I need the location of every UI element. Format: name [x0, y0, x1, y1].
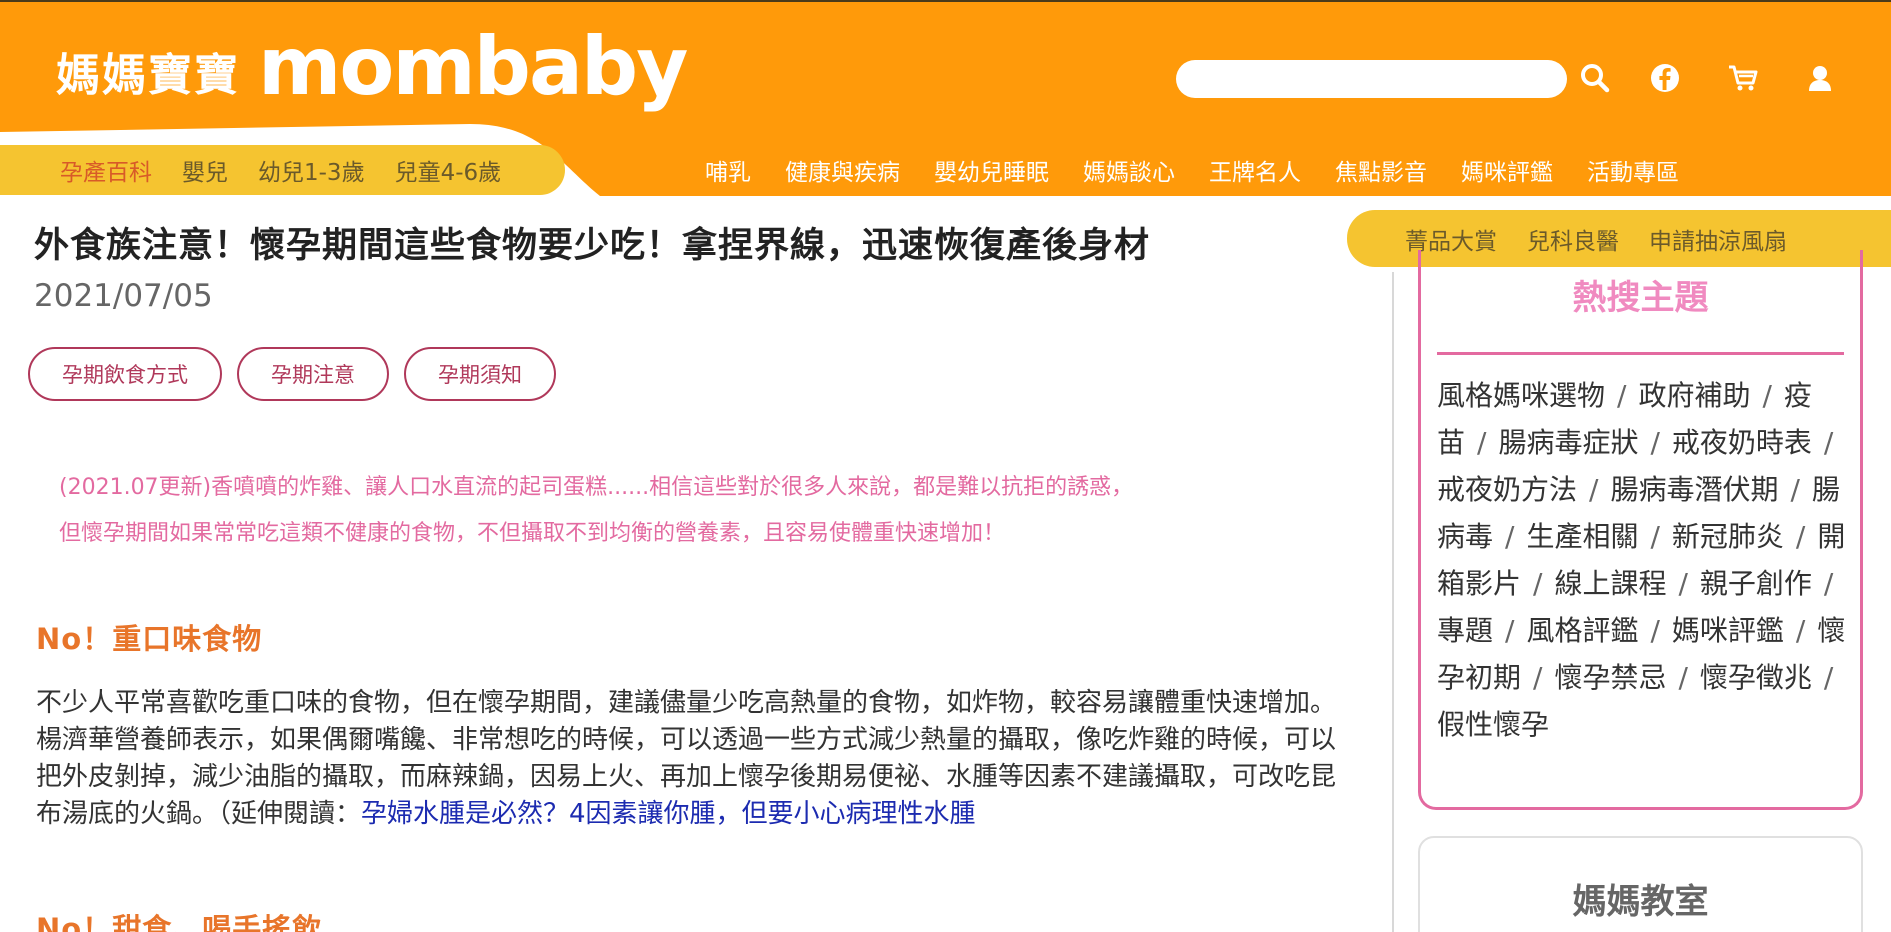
nav-item-events[interactable]: 活動專區 [1587, 153, 1679, 187]
column-divider [1392, 272, 1394, 932]
hot-topic-link[interactable]: 腸病毒潛伏期 [1610, 473, 1778, 506]
subnav-item-pregnancy[interactable]: 孕產百科 [60, 153, 152, 187]
hot-topic-separator: / [1795, 614, 1806, 647]
hot-topic-link[interactable]: 政府補助 [1638, 379, 1750, 412]
nav-item-health[interactable]: 健康與疾病 [785, 153, 900, 187]
section-body-heavy-flavor: 不少人平常喜歡吃重口味的食物，但在懷孕期間，建議儘量少吃高熱量的食物，如炸物，較… [36, 685, 1346, 833]
section-heading-heavy-flavor: No！重口味食物 [36, 622, 263, 656]
hot-topic-separator: / [1533, 661, 1543, 694]
hot-topic-separator: / [1650, 426, 1660, 459]
intro-line-2: 但懷孕期間如果常常吃這類不健康的食物，不但攝取不到均衡的營養素，且容易使體重快速… [59, 521, 1006, 546]
cart-icon[interactable] [1721, 56, 1765, 100]
hot-topic-link[interactable]: 風格評鑑 [1526, 614, 1638, 647]
tag-pregnancy-notes[interactable]: 孕期注意 [237, 347, 389, 401]
hot-topic-separator: / [1678, 661, 1688, 694]
logo-english-text: mombaby [258, 19, 688, 113]
related-article-link[interactable]: 孕婦水腫是必然？4因素讓你腫，但要小心病理性水腫 [361, 799, 976, 829]
hot-topic-separator: / [1589, 473, 1599, 506]
main-nav: 哺乳 健康與疾病 嬰幼兒睡眠 媽媽談心 王牌名人 焦點影音 媽咪評鑑 活動專區 [705, 145, 1713, 195]
nav-item-sleep[interactable]: 嬰幼兒睡眠 [934, 153, 1049, 187]
article-tags: 孕期飲食方式 孕期注意 孕期須知 [28, 347, 556, 401]
hot-topics-title: 熱搜主題 [1572, 278, 1709, 318]
hot-topic-link[interactable]: 懷孕徵兆 [1700, 661, 1812, 694]
nav-item-videos[interactable]: 焦點影音 [1335, 153, 1427, 187]
hot-topic-link[interactable]: 新冠肺炎 [1672, 520, 1784, 553]
hot-topic-separator: / [1823, 567, 1834, 600]
subnav-item-child[interactable]: 兒童4-6歲 [395, 153, 502, 187]
site-logo[interactable]: 媽媽寶寶 mombaby [56, 16, 688, 116]
hot-topic-link[interactable]: 媽咪評鑑 [1672, 614, 1784, 647]
search-icon[interactable] [1573, 56, 1617, 100]
hot-topic-separator: / [1650, 520, 1660, 553]
hot-topic-separator: / [1533, 567, 1543, 600]
hot-topic-separator: / [1762, 379, 1772, 412]
subnav-item-toddler[interactable]: 幼兒1-3歲 [258, 153, 365, 187]
hot-topic-link[interactable]: 專題 [1437, 614, 1493, 647]
hot-topic-link[interactable]: 風格媽咪選物 [1437, 379, 1605, 412]
hot-topic-link[interactable]: 腸病毒症狀 [1498, 426, 1638, 459]
hot-topic-separator: / [1823, 661, 1834, 694]
mom-classroom-title: 媽媽教室 [1572, 882, 1709, 922]
hot-topic-separator: / [1505, 520, 1515, 553]
hot-topic-separator: / [1505, 614, 1515, 647]
hot-topic-link[interactable]: 戒夜奶時表 [1672, 426, 1812, 459]
hot-topic-link[interactable]: 戒夜奶方法 [1437, 473, 1577, 506]
nav-item-mom-talk[interactable]: 媽媽談心 [1083, 153, 1175, 187]
hot-topic-separator: / [1650, 614, 1660, 647]
logo-chinese-text: 媽媽寶寶 [56, 50, 240, 101]
section-heading-sweets: No！甜食、喝手搖飲 [36, 912, 323, 932]
category-subnav: 孕產百科 嬰兒 幼兒1-3歲 兒童4-6歲 [0, 145, 565, 195]
article-title: 外食族注意！懷孕期間這些食物要少吃！拿捏界線，迅速恢復產後身材 [34, 226, 1151, 266]
nav-item-celebrities[interactable]: 王牌名人 [1209, 153, 1301, 187]
hot-topics-list: 風格媽咪選物 / 政府補助 / 疫苗 / 腸病毒症狀 / 戒夜奶時表/戒夜奶方法 / 腸病毒潛伏期 /… [1437, 372, 1847, 748]
article-date: 2021/07/05 [34, 278, 213, 314]
hot-topic-separator: / [1790, 473, 1800, 506]
hot-topic-separator: / [1795, 520, 1806, 553]
hot-topics-divider [1437, 352, 1844, 355]
hot-topic-link[interactable]: 線上課程 [1554, 567, 1666, 600]
hot-topic-separator: / [1678, 567, 1688, 600]
article-intro: (2021.07更新)香噴噴的炸雞、讓人口水直流的起司蛋糕......相信這些對… [59, 465, 1339, 557]
tag-pregnancy-knowledge[interactable]: 孕期須知 [404, 347, 556, 401]
nav-item-reviews[interactable]: 媽咪評鑑 [1461, 153, 1553, 187]
hot-topic-separator: / [1823, 426, 1834, 459]
intro-line-1: (2021.07更新)香噴噴的炸雞、讓人口水直流的起司蛋糕......相信這些對… [59, 475, 1134, 500]
header-top-border [0, 0, 1891, 2]
search-input[interactable] [1176, 60, 1567, 98]
nav-item-breastfeeding[interactable]: 哺乳 [705, 153, 751, 187]
hot-topic-separator: / [1617, 379, 1627, 412]
hot-topic-separator: / [1477, 426, 1487, 459]
subnav-item-baby[interactable]: 嬰兒 [182, 153, 228, 187]
hot-topic-link[interactable]: 懷孕禁忌 [1554, 661, 1666, 694]
tag-pregnancy-diet[interactable]: 孕期飲食方式 [28, 347, 222, 401]
hot-topic-link[interactable]: 假性懷孕 [1437, 708, 1549, 741]
user-icon[interactable] [1798, 56, 1842, 100]
hot-topic-link[interactable]: 生產相關 [1526, 520, 1638, 553]
facebook-icon[interactable] [1643, 56, 1687, 100]
hot-topic-link[interactable]: 親子創作 [1700, 567, 1812, 600]
